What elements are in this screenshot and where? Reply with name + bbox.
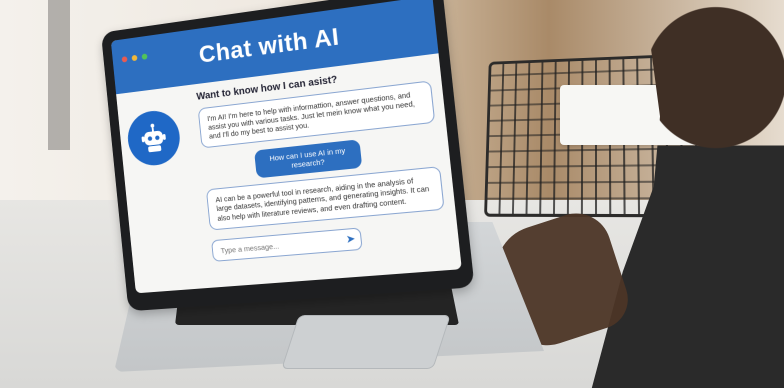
chat-title: Chat with AI bbox=[197, 23, 341, 69]
laptop-trackpad bbox=[281, 315, 451, 369]
chat-app-window: Chat with AI Want to know how I can asis… bbox=[110, 0, 462, 294]
user-message: How can I use AI in my research? bbox=[254, 139, 363, 179]
minimize-window-icon[interactable] bbox=[131, 54, 138, 62]
maximize-window-icon[interactable] bbox=[141, 53, 148, 60]
assistant-message: AI can be a powerful tool in research, a… bbox=[205, 166, 445, 231]
office-scene: Chat with AI Want to know how I can asis… bbox=[0, 0, 784, 388]
robot-avatar-icon bbox=[125, 108, 183, 168]
window-post bbox=[48, 0, 70, 150]
laptop-screen: Chat with AI Want to know how I can asis… bbox=[100, 0, 475, 312]
close-window-icon[interactable] bbox=[121, 56, 128, 63]
chat-content: Want to know how I can asist? I'm AI! I'… bbox=[116, 53, 460, 277]
message-input-container: ➤ bbox=[211, 227, 363, 262]
send-icon[interactable]: ➤ bbox=[345, 232, 356, 246]
window-controls bbox=[121, 53, 148, 63]
message-input[interactable] bbox=[217, 230, 340, 261]
